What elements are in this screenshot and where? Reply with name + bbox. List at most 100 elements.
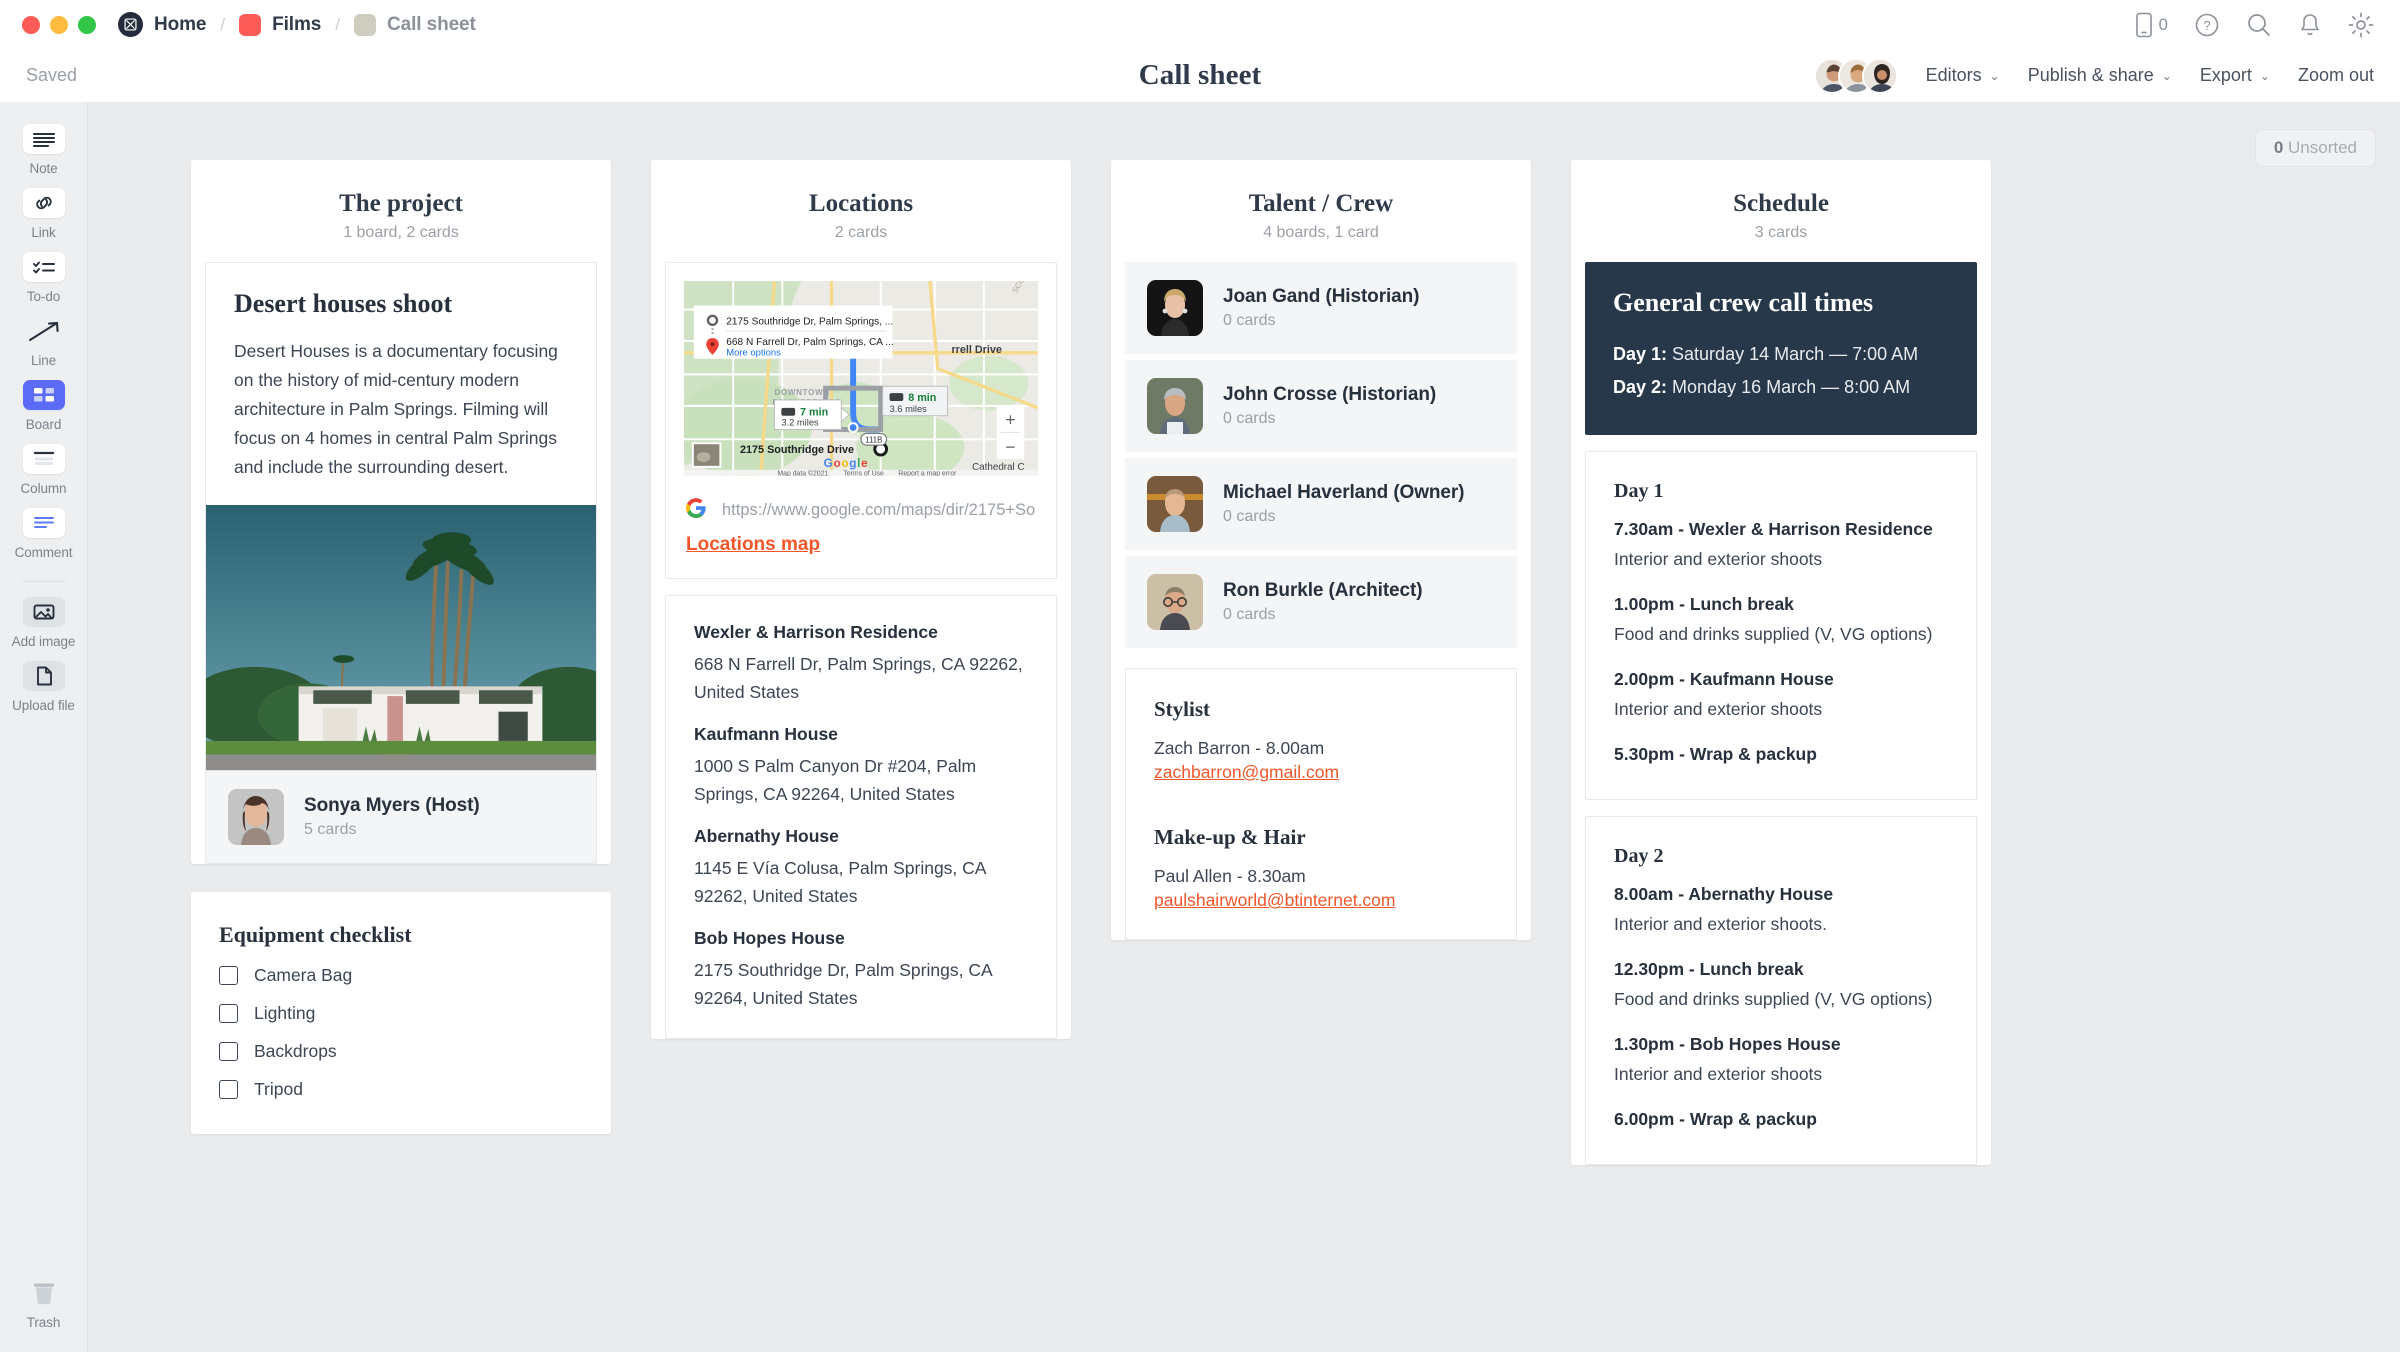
svg-text:g: g — [849, 456, 856, 470]
publish-share-button[interactable]: Publish & share ⌄ — [2028, 65, 2172, 86]
upload-file-icon — [23, 661, 65, 691]
sidebar-item-trash[interactable]: Trash — [0, 1278, 88, 1330]
person-info: Michael Haverland (Owner) 0 cards — [1223, 482, 1464, 526]
close-window-button[interactable] — [22, 16, 40, 34]
sidebar-item-note[interactable]: Note — [0, 124, 88, 176]
breadcrumb-item-call-sheet[interactable]: Call sheet — [354, 14, 476, 36]
call-time-day-label: Day 2: — [1613, 377, 1667, 397]
sidebar-item-link[interactable]: Link — [0, 188, 88, 240]
contact-role: Make-up & Hair — [1154, 825, 1488, 850]
svg-text:111B: 111B — [865, 435, 882, 444]
person-card-count: 0 cards — [1223, 606, 1422, 624]
document-actions: Editors ⌄ Publish & share ⌄ Export ⌄ Zoo… — [1814, 58, 2374, 94]
checklist-label: Camera Bag — [254, 965, 352, 986]
checklist-item[interactable]: Tripod — [219, 1079, 583, 1100]
person-card[interactable]: John Crosse (Historian) 0 cards — [1125, 360, 1517, 452]
schedule-entry-time: 2.00pm - Kaufmann House — [1614, 669, 1948, 690]
person-name: Sonya Myers (Host) — [304, 795, 480, 817]
chevron-down-icon: ⌄ — [2260, 69, 2270, 83]
column-icon — [23, 444, 65, 474]
sidebar-label-board: Board — [26, 417, 62, 432]
board-header: Talent / Crew 4 boards, 1 card — [1111, 182, 1531, 262]
window-controls[interactable] — [22, 16, 96, 34]
breadcrumb-item-films[interactable]: Films — [239, 14, 321, 36]
board-schedule[interactable]: Schedule 3 cards General crew call times… — [1571, 160, 1991, 1165]
tool-sidebar: Note Link To-do Line Board — [0, 102, 88, 1352]
unsorted-label: Unsorted — [2288, 138, 2357, 157]
person-card-host[interactable]: Sonya Myers (Host) 5 cards — [206, 771, 596, 863]
minimize-window-button[interactable] — [50, 16, 68, 34]
person-info: Sonya Myers (Host) 5 cards — [304, 795, 480, 839]
person-card[interactable]: Ron Burkle (Architect) 0 cards — [1125, 556, 1517, 648]
checklist-label: Tripod — [254, 1079, 303, 1100]
contact-email-link[interactable]: zachbarron@gmail.com — [1154, 762, 1488, 783]
person-card[interactable]: Michael Haverland (Owner) 0 cards — [1125, 458, 1517, 550]
breadcrumb-separator: / — [335, 15, 340, 35]
board-header: The project 1 board, 2 cards — [191, 182, 611, 262]
checklist-item[interactable]: Backdrops — [219, 1041, 583, 1062]
line-arrow-icon — [23, 316, 65, 346]
help-icon[interactable]: ? — [2194, 12, 2220, 38]
locations-map-link[interactable]: Locations map — [684, 534, 820, 556]
checkbox-icon[interactable] — [219, 1080, 238, 1099]
svg-text:+: + — [1005, 410, 1015, 430]
location-address: 1000 S Palm Canyon Dr #204, Palm Springs… — [694, 752, 1028, 808]
sidebar-item-board[interactable]: Board — [0, 380, 88, 432]
board-talent-crew[interactable]: Talent / Crew 4 boards, 1 card Joan Gand… — [1111, 160, 1531, 940]
checklist-item[interactable]: Lighting — [219, 1003, 583, 1024]
call-time-row: Day 2: Monday 16 March — 8:00 AM — [1613, 371, 1949, 404]
settings-gear-icon[interactable] — [2348, 12, 2374, 38]
spacer — [1154, 783, 1488, 825]
sidebar-item-upload-file[interactable]: Upload file — [0, 661, 88, 713]
card-heading: Desert houses shoot — [234, 289, 568, 319]
sidebar-item-add-image[interactable]: Add image — [0, 597, 88, 649]
notifications-bell-icon[interactable] — [2298, 12, 2322, 38]
checkbox-icon[interactable] — [219, 1042, 238, 1061]
card-contacts[interactable]: Stylist Zach Barron - 8.00am zachbarron@… — [1125, 668, 1517, 940]
avatar — [1862, 58, 1898, 94]
checkbox-icon[interactable] — [219, 966, 238, 985]
chevron-down-icon: ⌄ — [2162, 69, 2172, 83]
board-canvas[interactable]: 0 Unsorted The project 1 board, 2 cards … — [88, 102, 2400, 1352]
card-equipment-checklist[interactable]: Equipment checklist Camera Bag Lighting … — [191, 892, 611, 1134]
call-times-heading: General crew call times — [1613, 288, 1949, 318]
sidebar-item-line[interactable]: Line — [0, 316, 88, 368]
avatar — [1147, 574, 1203, 630]
person-card[interactable]: Joan Gand (Historian) 0 cards — [1125, 262, 1517, 354]
breadcrumb-item-home[interactable]: Home — [118, 12, 206, 37]
mobile-icon[interactable]: 0 — [2134, 12, 2168, 38]
person-card-count: 0 cards — [1223, 312, 1419, 330]
card-location-addresses[interactable]: Wexler & Harrison Residence 668 N Farrel… — [665, 595, 1057, 1039]
svg-text:l: l — [857, 456, 860, 470]
export-button[interactable]: Export ⌄ — [2200, 65, 2270, 86]
search-icon[interactable] — [2246, 12, 2272, 38]
board-locations[interactable]: Locations 2 cards — [651, 160, 1071, 1039]
person-card-count: 5 cards — [304, 821, 480, 839]
schedule-entry-time: 6.00pm - Wrap & packup — [1614, 1109, 1948, 1130]
title-bar: Home / Films / Call sheet 0 ? — [0, 0, 2400, 49]
checklist-item[interactable]: Camera Bag — [219, 965, 583, 986]
editors-menu-button[interactable]: Editors ⌄ — [1926, 65, 2000, 86]
card-general-crew-call-times[interactable]: General crew call times Day 1: Saturday … — [1585, 262, 1977, 435]
sidebar-label-add-image: Add image — [12, 634, 76, 649]
sidebar-item-comment[interactable]: Comment — [0, 508, 88, 560]
unsorted-badge[interactable]: 0 Unsorted — [2255, 129, 2376, 167]
call-time-day-label: Day 1: — [1613, 344, 1667, 364]
checkbox-icon[interactable] — [219, 1004, 238, 1023]
zoom-out-button[interactable]: Zoom out — [2298, 65, 2374, 86]
person-name: John Crosse (Historian) — [1223, 384, 1436, 406]
sidebar-item-todo[interactable]: To-do — [0, 252, 88, 304]
sidebar-item-column[interactable]: Column — [0, 444, 88, 496]
card-day-2-schedule[interactable]: Day 2 8.00am - Abernathy House Interior … — [1585, 816, 1977, 1165]
editor-avatars[interactable] — [1814, 58, 1898, 94]
svg-text:668 N Farrell Dr, Palm Springs: 668 N Farrell Dr, Palm Springs, CA ... — [726, 337, 893, 348]
google-map-embed[interactable]: 111B DOWNTOWN PALM SPRINGS rrell Drive 2… — [684, 281, 1038, 476]
unsorted-count: 0 — [2274, 138, 2283, 157]
board-the-project[interactable]: The project 1 board, 2 cards Desert hous… — [191, 160, 611, 864]
card-day-1-schedule[interactable]: Day 1 7.30am - Wexler & Harrison Residen… — [1585, 451, 1977, 800]
contact-email-link[interactable]: paulshairworld@btinternet.com — [1154, 890, 1488, 911]
card-desert-houses-shoot[interactable]: Desert houses shoot Desert Houses is a d… — [205, 262, 597, 864]
card-locations-map[interactable]: 111B DOWNTOWN PALM SPRINGS rrell Drive 2… — [665, 262, 1057, 579]
maximize-window-button[interactable] — [78, 16, 96, 34]
map-url-row[interactable]: https://www.google.com/maps/dir/2175+So — [684, 498, 1038, 523]
